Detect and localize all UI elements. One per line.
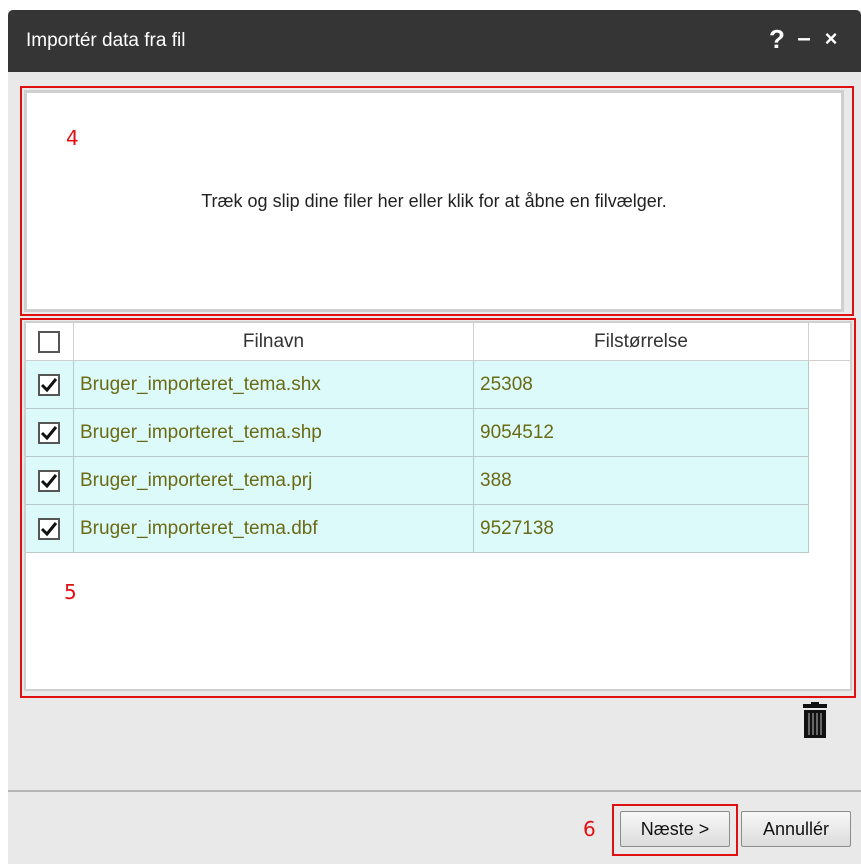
annotation-box-filelist	[20, 318, 856, 698]
cancel-button[interactable]: Annullér	[741, 811, 851, 847]
annotation-number-next: 6	[583, 817, 596, 841]
minimize-button[interactable]: –	[794, 24, 814, 54]
annotation-number-filelist: 5	[64, 580, 77, 604]
title-bar: Importér data fra fil ? – ×	[8, 10, 861, 72]
footer-divider	[8, 790, 861, 792]
trash-icon[interactable]	[800, 702, 830, 740]
next-button[interactable]: Næste >	[620, 811, 730, 847]
close-button[interactable]: ×	[820, 24, 842, 54]
annotation-box-dropzone	[20, 86, 854, 316]
annotation-number-dropzone: 4	[66, 126, 79, 150]
dialog-title: Importér data fra fil	[26, 30, 186, 51]
help-button[interactable]: ?	[766, 24, 788, 54]
